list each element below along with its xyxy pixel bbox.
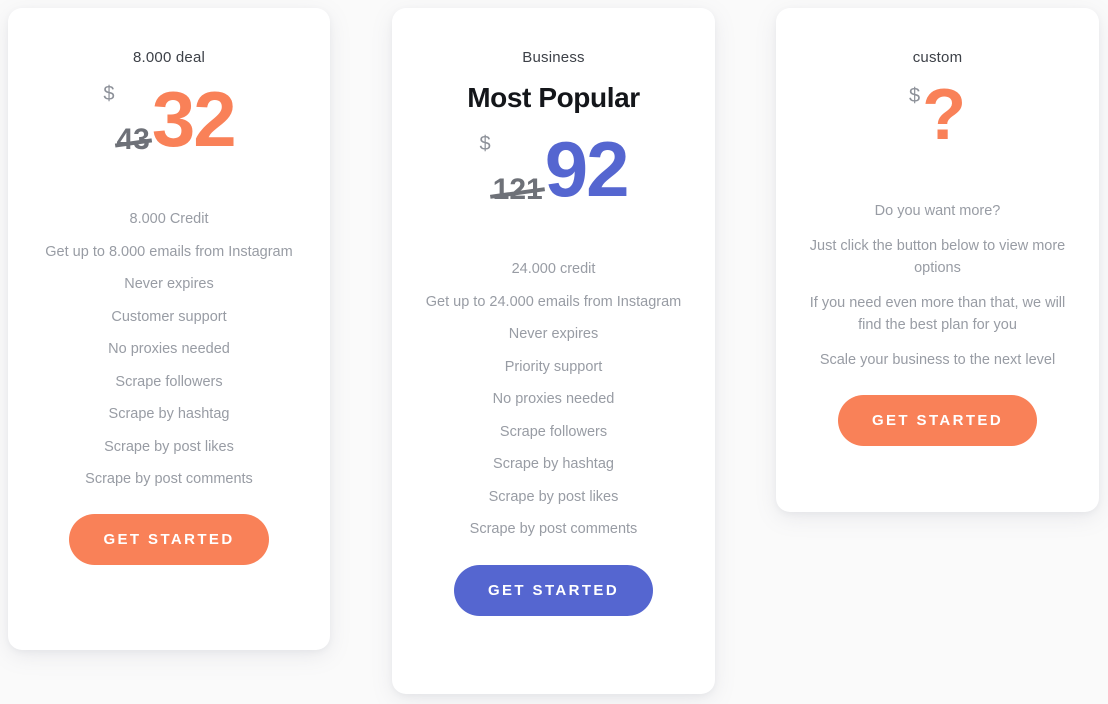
get-started-button[interactable]: GET STARTED xyxy=(69,513,269,565)
feature-item: Scrape by post likes xyxy=(104,438,234,455)
feature-item: Scrape by hashtag xyxy=(493,456,614,472)
current-price: 92 xyxy=(544,125,630,213)
cta-container: GET STARTED xyxy=(776,395,1099,447)
get-started-button[interactable]: GET STARTED xyxy=(837,395,1038,447)
pricing-card-custom: custom $ ? Do you want more? Just click … xyxy=(776,8,1099,512)
currency-symbol: $ xyxy=(908,85,921,107)
price-block: $ 43 32 xyxy=(8,80,330,158)
feature-item: Just click the button below to view more… xyxy=(809,237,1066,277)
feature-item: If you need even more than that, we will… xyxy=(809,294,1066,334)
feature-item: Never expires xyxy=(508,326,599,342)
pricing-board: 8.000 deal $ 43 32 8.000 Credit Get up t… xyxy=(0,0,1108,704)
feature-list: 8.000 Credit Get up to 8.000 emails from… xyxy=(8,208,330,491)
price-block: $ ? xyxy=(776,75,1099,155)
cta-container: GET STARTED xyxy=(8,513,330,565)
original-price: 43 xyxy=(116,123,150,156)
feature-list: 24.000 credit Get up to 24.000 emails fr… xyxy=(392,258,715,541)
feature-item: Do you want more? xyxy=(874,203,1001,220)
feature-item: Priority support xyxy=(504,358,603,375)
original-price: 121 xyxy=(492,173,543,206)
question-mark-icon: ? xyxy=(922,75,967,155)
feature-item: Scrape by hashtag xyxy=(108,406,230,422)
price-block: $ 121 92 xyxy=(392,130,715,208)
feature-item: 24.000 credit xyxy=(511,261,596,277)
plan-name: Business xyxy=(522,49,585,66)
plan-name: custom xyxy=(912,49,963,66)
feature-item: Never expires xyxy=(124,276,214,292)
feature-item: Customer support xyxy=(111,308,227,325)
current-price: 32 xyxy=(151,75,237,163)
get-started-button[interactable]: GET STARTED xyxy=(453,564,654,616)
pricing-card-business: Business Most Popular $ 121 92 24.000 cr… xyxy=(392,8,715,694)
feature-item: Get up to 8.000 emails from Instagram xyxy=(45,243,293,260)
currency-symbol: $ xyxy=(479,133,491,155)
feature-item: No proxies needed xyxy=(492,391,615,407)
feature-item: No proxies needed xyxy=(108,341,230,357)
feature-item: Scrape followers xyxy=(499,423,608,440)
plan-name: 8.000 deal xyxy=(132,49,206,66)
cta-container: GET STARTED xyxy=(392,564,715,616)
feature-item: Get up to 24.000 emails from Instagram xyxy=(425,293,682,310)
plan-tagline: Most Popular xyxy=(467,82,640,113)
feature-item: Scrape by post comments xyxy=(469,521,638,537)
feature-item: 8.000 Credit xyxy=(129,211,209,227)
currency-symbol: $ xyxy=(103,83,115,105)
feature-item: Scrape by post comments xyxy=(85,471,253,487)
pricing-card-starter: 8.000 deal $ 43 32 8.000 Credit Get up t… xyxy=(8,8,330,650)
feature-item: Scrape by post likes xyxy=(488,488,619,505)
feature-list: Do you want more? Just click the button … xyxy=(776,200,1099,371)
feature-item: Scale your business to the next level xyxy=(819,351,1056,368)
feature-item: Scrape followers xyxy=(115,373,223,390)
